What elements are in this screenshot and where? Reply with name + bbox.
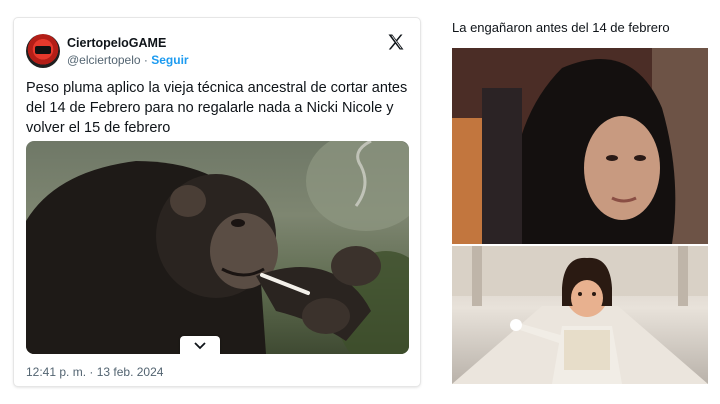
handle-row: @elciertopelo · Seguir [67,53,189,67]
woman-photo [452,48,708,244]
chevron-down-icon [194,341,206,349]
x-logo-icon[interactable] [386,32,406,52]
expand-button[interactable] [180,336,220,354]
meme-caption: La engañaron antes del 14 de febrero [452,20,670,35]
follow-button[interactable]: Seguir [151,53,188,67]
tweet-photo[interactable] [26,141,409,354]
tweet-card: CiertopeloGAME @elciertopelo · Seguir Pe… [14,18,420,386]
meme-bottom-image [452,246,708,384]
chimpanzee-image [26,141,409,354]
display-name[interactable]: CiertopeloGAME [67,36,166,50]
meme-top-image [452,48,708,244]
separator: · [143,53,148,67]
tweet-text: Peso pluma aplico la vieja técnica ances… [26,80,408,136]
handle[interactable]: @elciertopelo [67,53,141,67]
avatar[interactable] [26,34,60,68]
farquaad-image [452,246,708,384]
tweet-timestamp[interactable]: 12:41 p. m. · 13 feb. 2024 [26,365,163,379]
